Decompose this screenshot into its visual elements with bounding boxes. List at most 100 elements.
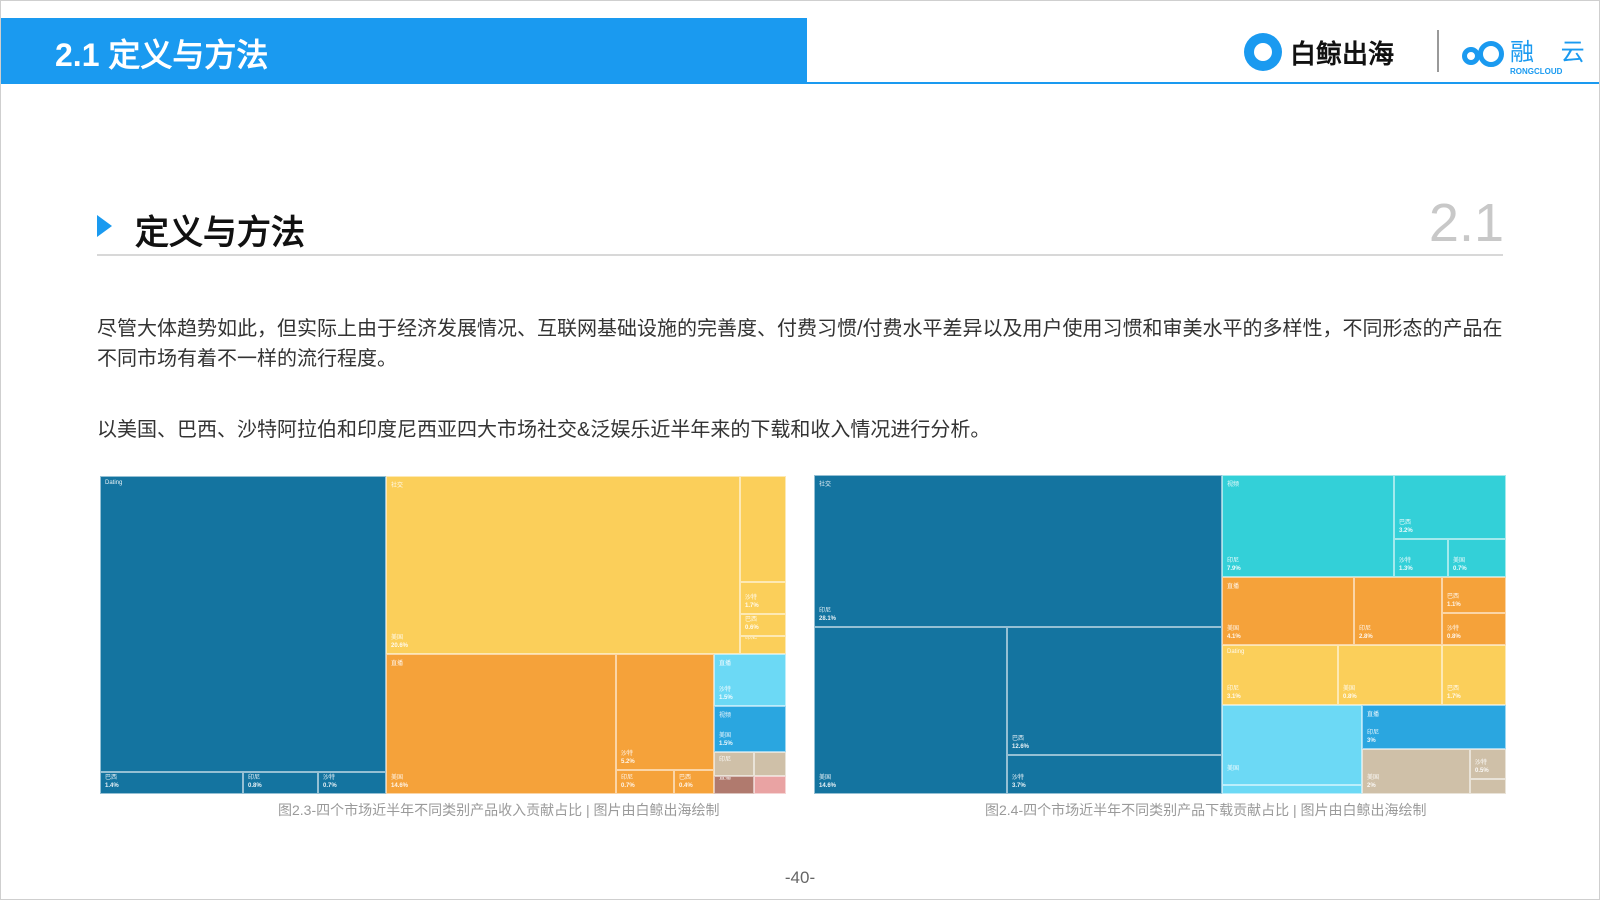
- tile-value: 0.7%: [621, 783, 635, 789]
- treemap-tile: 印尼 0.8%: [243, 772, 318, 794]
- tile-value: 4.1%: [1227, 634, 1241, 640]
- treemap-tile: 美国: [1222, 705, 1362, 785]
- treemap-tile: Dating 印尼 3.1%: [1222, 645, 1338, 705]
- treemap-tile: 印尼 2.8%: [1354, 577, 1442, 645]
- tile-category: 直播: [719, 661, 732, 667]
- logo-divider: [1437, 30, 1439, 72]
- treemap-tile: 直播 印尼 3%: [1362, 705, 1506, 749]
- tile-market: 巴西: [679, 775, 692, 781]
- tile-market: 美国: [1343, 686, 1356, 692]
- section-title: 定义与方法: [135, 214, 305, 252]
- treemap-tile: 直播: [714, 776, 754, 794]
- tile-value: 0.8%: [1447, 634, 1461, 640]
- tile-value: 0.6%: [745, 625, 759, 631]
- body-paragraph: 尽管大体趋势如此，但实际上由于经济发展情况、互联网基础设施的完善度、付费习惯/付…: [97, 318, 1503, 370]
- treemap-tile: 巴西 1.4%: [100, 772, 243, 794]
- rongyun-logo-text: 融 云: [1510, 39, 1595, 66]
- tile-value: 2.8%: [1359, 634, 1373, 640]
- revenue-treemap: Dating 巴西 1.4% 印尼 0.8% 沙特 0.7% 社交 美国 20.6% 沙特 1.7% 巴…: [100, 476, 788, 794]
- header-title: 2.1 定义与方法: [55, 37, 269, 73]
- treemap-tile: 直播美国 14.6%: [386, 654, 616, 794]
- treemap-tile: 视频 印尼 7.9%: [1222, 475, 1394, 577]
- downloads-treemap: 社交 印尼 28.1% 美国 14.6% 巴西 12.6% 沙特 3.7% 视频 印尼 7.9% 巴西 3…: [814, 475, 1506, 794]
- treemap-tile: 美国 0.8%: [1338, 645, 1442, 705]
- treemap-tile: 沙特 1.7%: [740, 582, 786, 614]
- tile-market: 印尼: [1367, 730, 1380, 736]
- treemap-tile: 巴西 0.6%: [740, 614, 786, 636]
- tile-market: 美国: [719, 733, 732, 739]
- tile-value: 0.8%: [248, 783, 262, 789]
- tile-value: 2%: [1367, 783, 1376, 789]
- tile-value: 14.6%: [391, 783, 409, 789]
- treemap-tile: 巴西 0.4%: [674, 770, 714, 794]
- tile-market: 美国: [391, 775, 404, 781]
- treemap-tile: 巴西 12.6%: [1007, 627, 1222, 755]
- tile-value: 1.5%: [719, 695, 733, 701]
- tile-value: 3.1%: [1227, 694, 1241, 700]
- tile-category: 社交: [819, 482, 832, 488]
- treemap-tile: 沙特 0.8%: [1442, 613, 1506, 645]
- tile-market: 巴西: [1475, 780, 1487, 781]
- tile-market: 美国: [1227, 766, 1240, 772]
- treemap-tile: 社交 印尼 28.1%: [814, 475, 1222, 627]
- tile-value: 1.7%: [1447, 694, 1461, 700]
- tile-value: 12.6%: [1012, 744, 1030, 750]
- tile-category: Dating: [1227, 649, 1245, 655]
- tile-market: 沙特: [1399, 558, 1412, 564]
- treemap-tile: 沙特 5.2%: [616, 654, 714, 770]
- tile-market: 巴西: [1012, 736, 1025, 742]
- tile-category: 社交: [391, 483, 404, 489]
- tile-market: 沙特: [1447, 626, 1460, 632]
- tile-value: 3.2%: [1399, 528, 1413, 534]
- baijing-logo-icon: [1244, 33, 1282, 71]
- baijing-logo: 白鲸出海: [1244, 30, 1394, 74]
- treemap-tile: 美国 2%: [1362, 749, 1470, 794]
- tile-value: 1.7%: [745, 603, 759, 609]
- tile-category: 视频: [719, 713, 732, 719]
- treemap-tile: 巴西 1.1%: [1442, 577, 1506, 613]
- treemap-tile: 沙特 3.7%: [1007, 755, 1222, 794]
- treemap-tile: 印尼: [714, 752, 754, 776]
- tile-value: 14.6%: [819, 783, 837, 789]
- treemap-tile: 巴西 1.7%: [1442, 645, 1506, 705]
- tile-market: 巴西: [1447, 594, 1460, 600]
- treemap-tile: 沙特 1.3%: [1394, 539, 1448, 577]
- tile-value: 1.5%: [719, 741, 733, 747]
- tile-market: 沙特: [1012, 775, 1025, 781]
- tile-value: 0.5%: [1475, 768, 1489, 774]
- tile-value: 0.7%: [1453, 566, 1467, 572]
- revenue-treemap-caption: 图2.3-四个市场近半年不同类别产品收入贡献占比 | 图片由白鲸出海绘制: [278, 802, 720, 818]
- tile-value: 3.7%: [1012, 783, 1026, 789]
- downloads-treemap-caption: 图2.4-四个市场近半年不同类别产品下载贡献占比 | 图片由白鲸出海绘制: [985, 802, 1427, 818]
- treemap-tile: 沙特 0.7%: [318, 772, 386, 794]
- tile-market: 巴西: [1447, 686, 1460, 692]
- treemap-tile: [754, 752, 786, 776]
- tile-market: 印尼: [719, 757, 732, 763]
- rongyun-logo-icon: [1460, 37, 1506, 71]
- rongyun-logo: 融 云 RONGCLOUD: [1460, 32, 1595, 76]
- treemap-tile: 印尼 0.7%: [616, 770, 674, 794]
- tile-value: 0.4%: [679, 783, 693, 789]
- treemap-tile: 视频美国 1.5%: [714, 706, 786, 752]
- treemap-tile: 沙特: [1222, 785, 1362, 794]
- rongyun-logo-en: RONGCLOUD: [1510, 67, 1563, 76]
- tile-market: 沙特: [323, 775, 336, 781]
- tile-market: 印尼: [1359, 626, 1372, 632]
- tile-market: 沙特: [745, 595, 758, 601]
- treemap-tile: 美国 14.6%: [814, 627, 1007, 794]
- treemap-tile: Dating: [100, 476, 386, 772]
- treemap-tile: 沙特 0.5%: [1470, 749, 1506, 779]
- tile-category: 直播: [391, 661, 404, 667]
- tile-value: 20.6%: [391, 643, 409, 649]
- tile-value: 0.8%: [1343, 694, 1357, 700]
- tile-value: 3%: [1367, 738, 1376, 744]
- treemap-tile: 巴西: [1470, 779, 1506, 794]
- tile-market: 美国: [819, 775, 832, 781]
- tile-value: 5.2%: [621, 759, 635, 765]
- treemap-tile: 直播 沙特 1.5%: [714, 654, 786, 706]
- section-marker-icon: [97, 215, 112, 237]
- treemap-tile: 巴西 3.2%: [1394, 475, 1506, 539]
- tile-category: 视频: [1227, 482, 1240, 488]
- tile-value: 1.4%: [105, 783, 119, 789]
- page-number: -40-: [784, 868, 816, 887]
